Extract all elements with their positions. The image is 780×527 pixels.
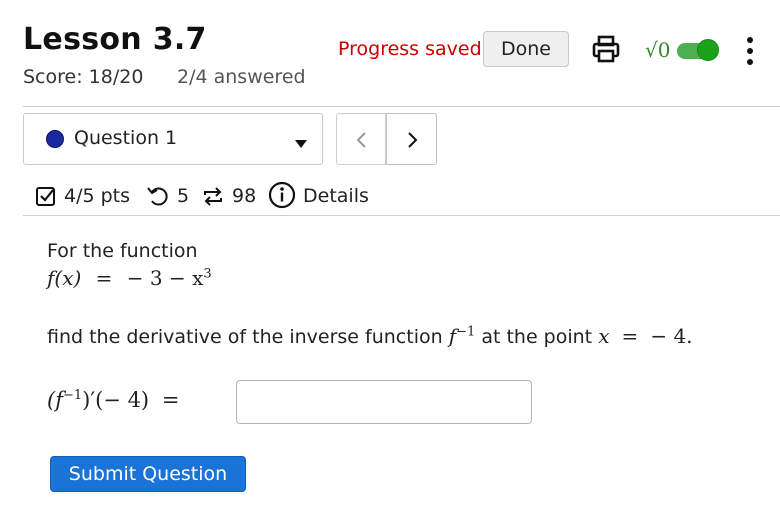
question-status-dot bbox=[46, 130, 64, 148]
submit-question-button[interactable]: Submit Question bbox=[50, 456, 246, 492]
header-divider bbox=[23, 106, 780, 107]
undo-icon bbox=[147, 187, 168, 206]
point-value: − 4. bbox=[650, 324, 693, 348]
details-label: Details bbox=[303, 185, 369, 207]
previous-question-button[interactable] bbox=[336, 113, 386, 165]
info-icon bbox=[268, 181, 296, 209]
question-intro: For the function bbox=[47, 240, 198, 262]
answer-lhs-open: (f bbox=[47, 388, 63, 412]
function-definition: f(x) = − 3 − x3 bbox=[47, 266, 212, 290]
answer-label: (f−1)′(− 4) = bbox=[47, 388, 179, 412]
checkbox-icon bbox=[36, 187, 55, 206]
lesson-title: Lesson 3.7 bbox=[23, 22, 207, 57]
function-exponent: 3 bbox=[203, 266, 212, 282]
toggle-knob bbox=[697, 39, 719, 61]
points-text: 4/5 pts bbox=[64, 185, 131, 207]
chevron-left-icon bbox=[356, 132, 366, 148]
points-item: 4/5 pts bbox=[35, 180, 140, 212]
prompt-prefix: find the derivative of the inverse funct… bbox=[47, 326, 443, 348]
printer-icon[interactable] bbox=[590, 33, 622, 65]
info-divider bbox=[23, 215, 780, 216]
math-display-label: √0 bbox=[645, 38, 671, 62]
inverse-exponent: −1 bbox=[456, 324, 476, 340]
answer-input[interactable] bbox=[236, 380, 532, 424]
question-prompt: find the derivative of the inverse funct… bbox=[47, 324, 693, 348]
done-button[interactable]: Done bbox=[483, 31, 569, 67]
chevron-right-icon bbox=[408, 132, 418, 148]
attempts-count: 5 bbox=[177, 185, 190, 207]
answer-lhs-exponent: −1 bbox=[62, 388, 83, 403]
question-select-value: Question 1 bbox=[74, 127, 178, 149]
details-link[interactable]: Details bbox=[268, 180, 383, 212]
next-question-button[interactable] bbox=[386, 113, 437, 165]
retries-count: 98 bbox=[232, 185, 257, 207]
answer-lhs-close: )′(− 4) bbox=[82, 388, 150, 412]
equals-sign: = bbox=[95, 266, 113, 290]
question-select[interactable]: Question 1 bbox=[23, 113, 323, 165]
function-rhs: − 3 − x bbox=[126, 266, 204, 290]
score-text: Score: 18/20 bbox=[23, 66, 144, 88]
caret-down-icon bbox=[294, 134, 308, 148]
kebab-menu-icon[interactable] bbox=[743, 34, 757, 68]
repeat-icon bbox=[204, 187, 222, 206]
question-info-row: 4/5 pts 5 98 Details bbox=[35, 180, 435, 214]
math-display-toggle[interactable] bbox=[677, 39, 719, 61]
attempts-item: 5 bbox=[146, 180, 196, 212]
inverse-symbol: f bbox=[448, 324, 457, 348]
prompt-mid: at the point bbox=[481, 326, 593, 348]
progress-status: Progress saved bbox=[338, 38, 482, 60]
retries-item: 98 bbox=[201, 180, 263, 212]
answered-count: 2/4 answered bbox=[177, 66, 306, 88]
point-equals: = bbox=[621, 324, 639, 348]
answer-equals: = bbox=[161, 388, 180, 412]
function-lhs: f(x) bbox=[47, 266, 82, 290]
point-variable: x bbox=[598, 324, 610, 348]
